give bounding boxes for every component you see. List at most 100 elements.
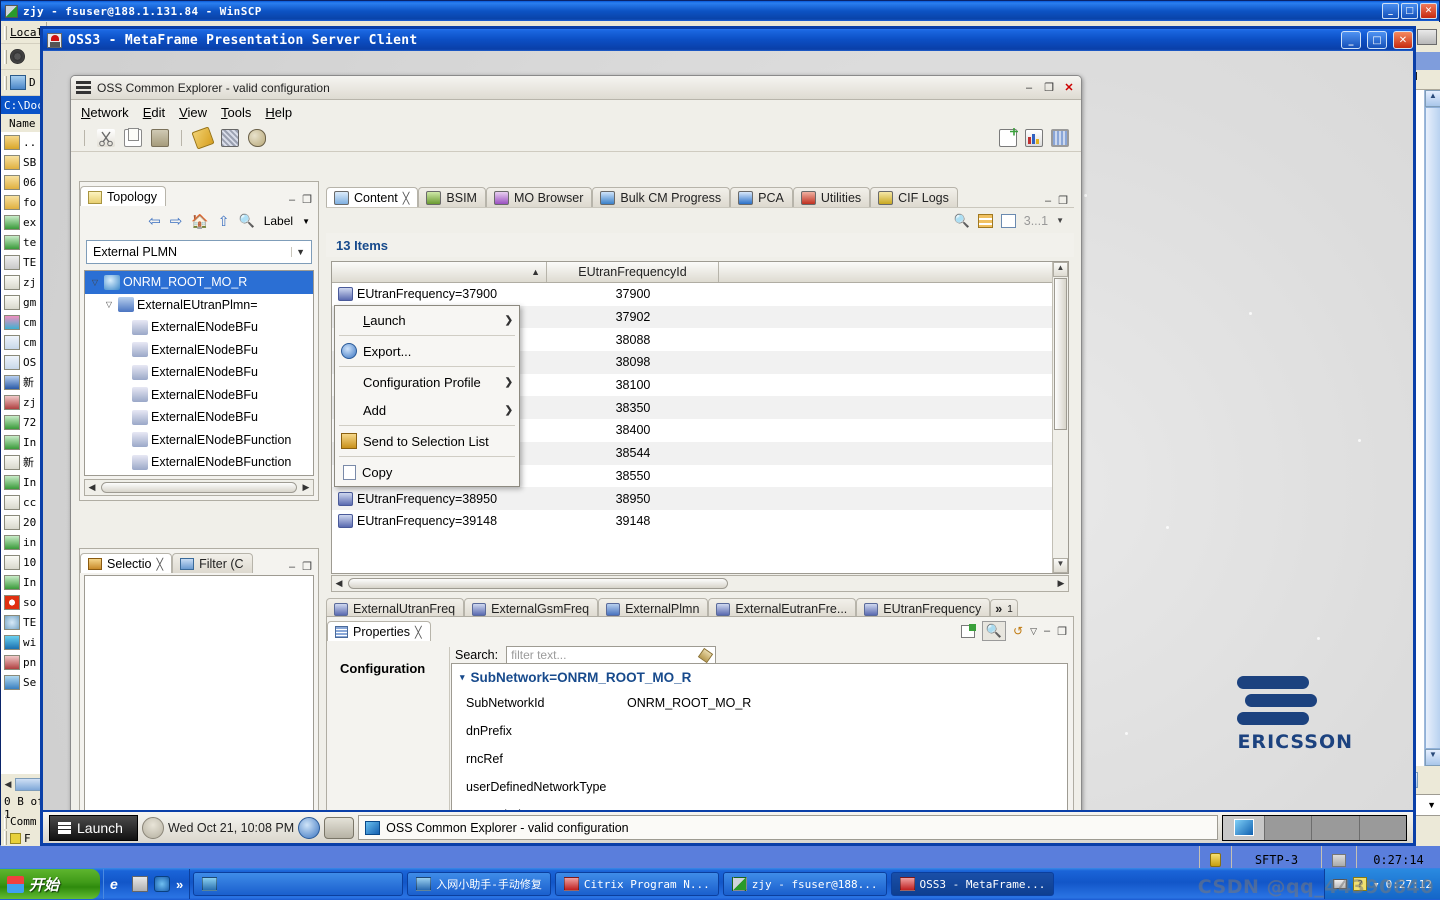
- tree-node[interactable]: ExternalENodeBFu: [85, 316, 313, 339]
- chevron-down-icon-2[interactable]: ▼: [1427, 800, 1440, 810]
- start-button[interactable]: 开始: [0, 869, 100, 899]
- citrix-tray-icon[interactable]: [1223, 815, 1265, 840]
- citrix-task-button[interactable]: OSS Common Explorer - valid configuratio…: [358, 815, 1218, 840]
- properties-group-header[interactable]: ▾ SubNetwork=ONRM_ROOT_MO_R: [452, 664, 1067, 689]
- tab-mo-browser[interactable]: MO Browser: [485, 187, 593, 207]
- scroll-down-button-content[interactable]: ▼: [1053, 558, 1068, 573]
- properties-menu-button[interactable]: ▽: [1030, 626, 1037, 637]
- scroll-left-button-topo[interactable]: ◀: [85, 482, 99, 493]
- save-icon[interactable]: [1417, 29, 1437, 45]
- citrix-minimize-button[interactable]: _: [1341, 31, 1361, 49]
- tab-bulk-cm-progress[interactable]: Bulk CM Progress: [592, 187, 731, 207]
- scroll-right-button-content-h[interactable]: ▶: [1054, 578, 1068, 589]
- selection-minimize-button[interactable]: –: [289, 561, 295, 573]
- properties-maximize-button[interactable]: ❐: [1057, 625, 1067, 638]
- tab-content[interactable]: Content ╳: [326, 187, 419, 207]
- user-icon[interactable]: [141, 816, 164, 839]
- save-icon-ql[interactable]: [132, 876, 148, 892]
- scroll-left-button-content[interactable]: ◀: [332, 578, 346, 589]
- eraser-icon[interactable]: [697, 647, 714, 663]
- tree-node[interactable]: ExternalENodeBFunction: [85, 451, 313, 474]
- home-icon[interactable]: 🏠: [191, 213, 208, 230]
- tree-twisty[interactable]: ▽: [103, 300, 115, 309]
- tree-node[interactable]: ▽ ONRM_ROOT_MO_R: [85, 271, 313, 294]
- menu-item-add[interactable]: Add ❯: [335, 396, 519, 424]
- tree-node[interactable]: ExternalENodeBFu: [85, 384, 313, 407]
- bottom-tab-eutranfrequency[interactable]: EUtranFrequency: [856, 598, 991, 618]
- menu-help[interactable]: Help: [265, 105, 292, 120]
- paste-icon[interactable]: [151, 128, 169, 147]
- tree-node[interactable]: ▽ ExternalEUtranPlmn=: [85, 294, 313, 317]
- tab-selection-list[interactable]: Selectio ╳: [80, 553, 173, 573]
- citrix-close-button[interactable]: ✕: [1393, 31, 1413, 49]
- selection-maximize-button[interactable]: ❐: [302, 560, 312, 573]
- citrix-maximize-button[interactable]: □: [1367, 31, 1387, 49]
- winscp-minimize-button[interactable]: _: [1382, 3, 1399, 19]
- menu-tools[interactable]: Tools: [221, 105, 251, 120]
- screen-icon[interactable]: [324, 816, 355, 839]
- bottom-tab-externaleutranfre-[interactable]: ExternalEutranFre...: [708, 598, 857, 618]
- cut-icon[interactable]: [97, 128, 115, 147]
- label-button[interactable]: Label: [264, 214, 293, 228]
- menu-network[interactable]: Network: [81, 105, 129, 120]
- menu-view[interactable]: View: [179, 105, 207, 120]
- column-header-id[interactable]: EUtranFrequencyId: [547, 262, 719, 282]
- new-view-icon[interactable]: [999, 127, 1018, 147]
- ime-icon[interactable]: ▾: [1373, 878, 1380, 891]
- gear-icon[interactable]: [10, 49, 25, 64]
- table-icon[interactable]: [977, 213, 993, 228]
- content-hscrollbar[interactable]: ◀ ▶: [331, 575, 1069, 592]
- search-icon[interactable]: 🔍: [239, 213, 255, 229]
- winscp-close-button[interactable]: ✕: [1420, 3, 1437, 19]
- content-vscrollbar[interactable]: ▲ ▼: [1052, 262, 1068, 573]
- bottom-tab-externalplmn[interactable]: ExternalPlmn: [598, 598, 709, 618]
- menu-edit[interactable]: Edit: [143, 105, 165, 120]
- topology-tree[interactable]: ▽ ONRM_ROOT_MO_R ▽ ExternalEUtranPlmn= Exter…: [84, 270, 314, 476]
- properties-minimize-button[interactable]: –: [1044, 625, 1050, 637]
- menu-item-send-to-selection-list[interactable]: Send to Selection List: [335, 427, 519, 455]
- menu-item-configuration-profile[interactable]: Configuration Profile ❯: [335, 368, 519, 396]
- tree-node[interactable]: ExternalENodeBFu: [85, 339, 313, 362]
- topology-hscrollbar[interactable]: ◀ ▶: [84, 479, 314, 496]
- taskbar-task-oss3-m[interactable]: OSS3 - MetaFrame...: [890, 872, 1055, 896]
- palette-icon[interactable]: [248, 128, 266, 147]
- selection-list-body[interactable]: [84, 575, 314, 843]
- tab-selection-close[interactable]: ╳: [156, 558, 163, 571]
- scroll-up-button[interactable]: ▲: [1425, 90, 1440, 107]
- grid-icon[interactable]: [221, 128, 239, 147]
- tab-bsim[interactable]: BSIM: [418, 187, 486, 207]
- bottom-tab-externalutranfreq[interactable]: ExternalUtranFreq: [326, 598, 465, 618]
- tab-pca[interactable]: PCA: [730, 187, 793, 207]
- wand-icon[interactable]: [191, 125, 215, 150]
- topology-scope-combo[interactable]: External PLMN ▼: [86, 240, 312, 264]
- back-arrow-icon[interactable]: ⇦: [148, 212, 161, 230]
- tab-close[interactable]: ╳: [403, 192, 410, 205]
- tab-properties[interactable]: Properties ╳: [327, 621, 431, 641]
- oss-minimize-button[interactable]: –: [1022, 81, 1036, 95]
- list-icon[interactable]: [1000, 213, 1016, 228]
- chevron-down-icon-page[interactable]: ▼: [1056, 216, 1064, 225]
- properties-search-input[interactable]: filter text...: [506, 645, 717, 665]
- citrix-launch-button[interactable]: Launch: [49, 814, 138, 841]
- tree-node[interactable]: ExternalENodeBFunction: [85, 474, 313, 476]
- chevron-down-icon-combo[interactable]: ▼: [291, 247, 309, 257]
- menu-item-launch[interactable]: Launch ❯: [335, 306, 519, 334]
- taskbar-task-zjy-fs[interactable]: zjy - fsuser@188...: [722, 872, 887, 896]
- quicklaunch-overflow[interactable]: »: [176, 877, 183, 892]
- globe-net-icon[interactable]: [1051, 128, 1069, 147]
- copy-icon[interactable]: [124, 127, 142, 147]
- taskbar-task--[interactable]: 入网小助手-手动修复: [407, 872, 551, 896]
- tree-node[interactable]: ExternalENodeBFu: [85, 361, 313, 384]
- scroll-left-button[interactable]: ◀: [1, 779, 15, 790]
- page-selector[interactable]: 3...1: [1024, 214, 1048, 228]
- tree-twisty[interactable]: ▽: [89, 278, 101, 287]
- forward-arrow-icon[interactable]: ⇨: [170, 212, 183, 230]
- tab-utilities[interactable]: Utilities: [792, 187, 871, 207]
- scroll-thumb-content[interactable]: [1054, 278, 1067, 430]
- tab-topology[interactable]: Topology: [80, 186, 167, 206]
- oss-maximize-button[interactable]: ❐: [1042, 81, 1056, 95]
- refresh-drive-icon[interactable]: [10, 75, 26, 90]
- globe-session-icon[interactable]: [298, 816, 321, 839]
- help-icon[interactable]: ?: [1353, 877, 1368, 891]
- topology-minimize-button[interactable]: –: [289, 194, 295, 206]
